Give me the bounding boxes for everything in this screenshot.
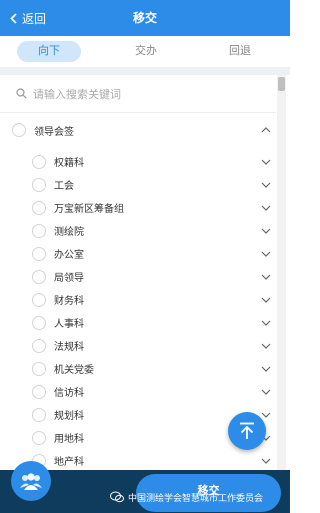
avatar[interactable] xyxy=(11,461,51,501)
item-label: 工会 xyxy=(54,181,74,192)
item-label: 信访科 xyxy=(54,388,84,399)
list-item[interactable]: 权籍科 xyxy=(0,150,276,173)
list-item[interactable]: 人事科 xyxy=(0,311,276,334)
list-item[interactable]: 局领导 xyxy=(0,265,276,288)
item-radio[interactable] xyxy=(32,407,46,422)
chevron-up-icon[interactable] xyxy=(256,117,276,143)
item-radio[interactable] xyxy=(32,200,46,215)
item-label: 办公室 xyxy=(54,250,84,261)
arrow-up-icon xyxy=(240,422,254,439)
item-label: 财务科 xyxy=(54,296,84,307)
chevron-down-icon[interactable] xyxy=(256,311,276,334)
search-input[interactable]: 请输入搜索关键词 xyxy=(0,75,276,113)
chevron-down-icon[interactable] xyxy=(256,242,276,265)
chevron-down-icon[interactable] xyxy=(256,334,276,357)
item-radio[interactable] xyxy=(32,246,46,261)
item-label: 规划科 xyxy=(54,411,84,422)
scroll-to-top-button[interactable] xyxy=(228,412,266,450)
watermark: 中国测绘学会智慧城市工作委员会 xyxy=(110,488,263,506)
item-label: 人事科 xyxy=(54,319,84,330)
item-label: 局领导 xyxy=(54,273,84,284)
search-icon xyxy=(16,88,27,99)
item-radio[interactable] xyxy=(32,154,46,169)
item-radio[interactable] xyxy=(32,384,46,399)
list-item[interactable]: 法规科 xyxy=(0,334,276,357)
page-title: 移交 xyxy=(132,11,157,25)
group-label: 领导会签 xyxy=(34,126,74,138)
list-item[interactable]: 测绘院 xyxy=(0,219,276,242)
item-radio[interactable] xyxy=(32,177,46,192)
group-row[interactable]: 领导会签 xyxy=(0,117,276,143)
chevron-down-icon[interactable] xyxy=(256,173,276,196)
section-divider xyxy=(0,67,290,75)
watermark-text: 中国测绘学会智慧城市工作委员会 xyxy=(128,492,264,503)
chevron-down-icon[interactable] xyxy=(256,357,276,380)
tab-assign[interactable]: 交办 xyxy=(114,41,178,62)
chevron-down-icon[interactable] xyxy=(256,265,276,288)
item-label: 用地科 xyxy=(54,434,84,445)
item-radio[interactable] xyxy=(32,292,46,307)
item-radio[interactable] xyxy=(32,338,46,353)
list-item[interactable]: 机关党委 xyxy=(0,357,276,380)
search-placeholder: 请输入搜索关键词 xyxy=(33,88,121,101)
scrollbar[interactable] xyxy=(277,75,286,470)
item-label: 地产科 xyxy=(54,457,84,468)
item-label: 权籍科 xyxy=(54,158,84,169)
tab-bar: 向下 交办 回退 xyxy=(0,36,290,67)
item-label: 测绘院 xyxy=(54,227,84,238)
top-bar: 返回 移交 xyxy=(0,0,290,36)
list-item[interactable]: 财务科 xyxy=(0,288,276,311)
item-label: 法规科 xyxy=(54,342,84,353)
chevron-down-icon[interactable] xyxy=(256,150,276,173)
chevron-down-icon[interactable] xyxy=(256,288,276,311)
chevron-down-icon[interactable] xyxy=(256,219,276,242)
list-item[interactable]: 万宝新区筹备组 xyxy=(0,196,276,219)
item-label: 机关党委 xyxy=(54,365,94,376)
chevron-down-icon[interactable] xyxy=(256,196,276,219)
item-radio[interactable] xyxy=(32,430,46,445)
item-radio[interactable] xyxy=(32,223,46,238)
tab-return[interactable]: 回退 xyxy=(208,41,272,62)
chevron-down-icon[interactable] xyxy=(256,449,276,472)
item-radio[interactable] xyxy=(32,269,46,284)
list-item[interactable]: 信访科 xyxy=(0,380,276,403)
scrollbar-thumb[interactable] xyxy=(278,77,285,91)
group-users-icon xyxy=(20,473,42,490)
tab-downward[interactable]: 向下 xyxy=(17,41,81,62)
item-radio[interactable] xyxy=(32,315,46,330)
item-label: 万宝新区筹备组 xyxy=(54,204,124,215)
chevron-down-icon[interactable] xyxy=(256,380,276,403)
list-item[interactable]: 工会 xyxy=(0,173,276,196)
group-radio[interactable] xyxy=(12,123,26,137)
list-item[interactable]: 办公室 xyxy=(0,242,276,265)
wechat-icon xyxy=(110,491,124,503)
item-radio[interactable] xyxy=(32,361,46,376)
